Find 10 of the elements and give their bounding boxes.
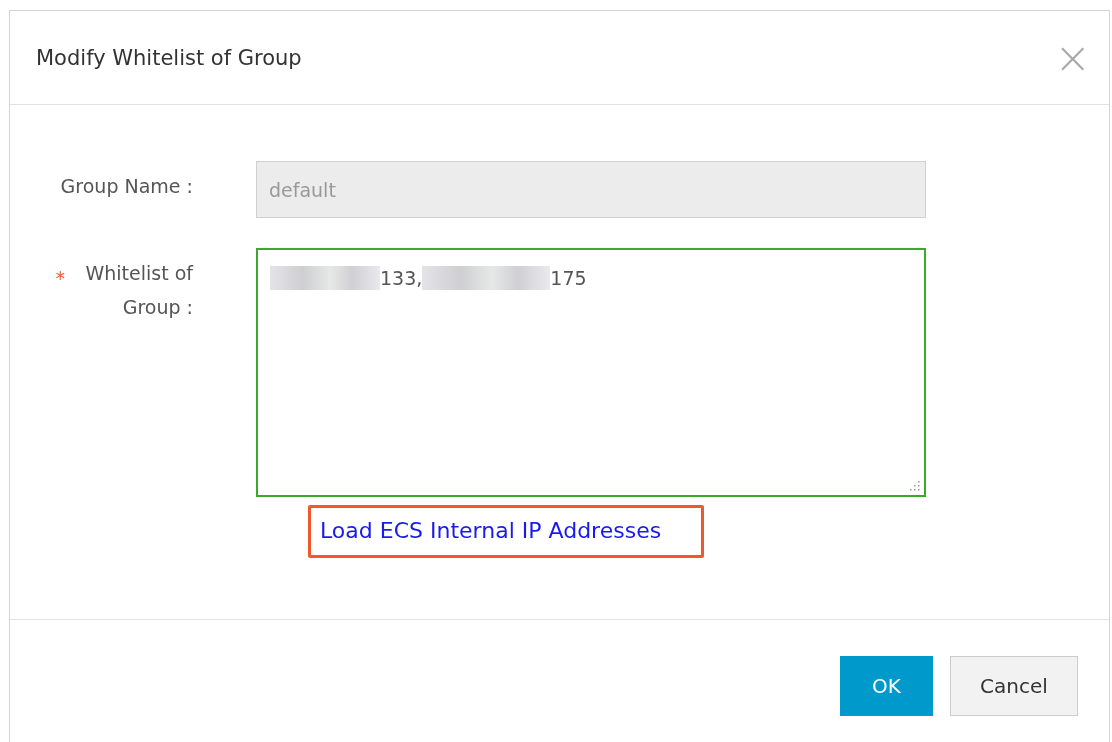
whitelist-field[interactable]: 133, 175 [256, 248, 926, 497]
resize-grip-icon[interactable] [910, 481, 920, 491]
ip-fragment: 133, [380, 267, 423, 289]
ip-fragment: 175 [550, 267, 587, 289]
dialog-title: Modify Whitelist of Group [36, 45, 302, 70]
required-mark: * [55, 266, 65, 291]
field-label: Group Name : [60, 174, 193, 199]
cancel-button[interactable]: Cancel [950, 656, 1078, 716]
load-ip-link[interactable]: Load ECS Internal IP Addresses [320, 518, 662, 543]
field-label: Whitelist of Group : [84, 261, 193, 320]
